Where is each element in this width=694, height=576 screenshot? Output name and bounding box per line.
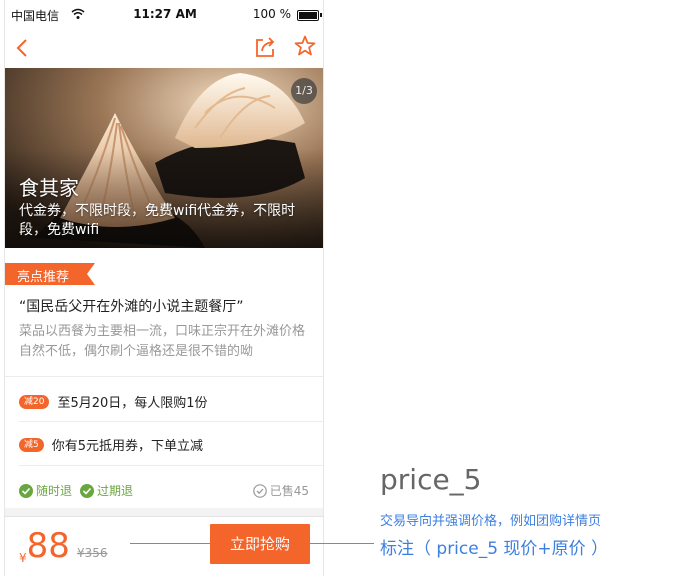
highlight-description: 菜品以西餐为主要相一流，口味正宗开在外滩价格自然不低，偶尔刷个逼格还是很不错的呦 [19, 324, 306, 359]
current-price-value: 88 [26, 526, 70, 566]
promo-row: 减20 至5月20日，每人限购1份 [19, 392, 208, 411]
shop-name: 食其家 [19, 176, 79, 200]
promo-row: 减5 你有5元抵用券，下单立减 [19, 435, 203, 454]
section-gap [5, 508, 323, 516]
highlight-tag-label: 亮点推荐 [17, 270, 70, 285]
battery-icon [297, 10, 319, 21]
sold-count: 已售45 [252, 482, 309, 499]
battery-tip [320, 13, 322, 17]
guarantee-list: 随时退 过期退 [19, 482, 141, 499]
highlight-quote: “国民岳父开在外滩的小说主题餐厅” [19, 299, 244, 315]
original-price: ¥356 [77, 546, 108, 560]
original-currency-symbol: ¥ [77, 546, 85, 560]
check-circle-icon [80, 483, 95, 498]
status-bar: 中国电信 11:27 AM 100 % [5, 0, 323, 28]
divider [19, 465, 323, 466]
image-counter: 1/3 [291, 78, 317, 104]
current-price: ¥88 [19, 527, 70, 565]
highlight-tag: 亮点推荐 [5, 263, 95, 285]
buy-now-button[interactable]: 立即抢购 [210, 524, 310, 564]
promo-badge: 减20 [19, 394, 50, 409]
annotation-note: 标注（ price_5 现价+原价 ） [380, 539, 609, 559]
check-circle-icon [19, 483, 33, 498]
check-outline-icon [252, 483, 267, 498]
hero-image[interactable]: 1/3 食其家 代金券，不限时段，免费wifi代金券，不限时段，免费wifi [5, 68, 323, 248]
favorite-star-icon[interactable] [293, 34, 317, 58]
currency-symbol: ¥ [19, 551, 27, 565]
promo-text: 至5月20日，每人限购1份 [57, 396, 208, 411]
deal-subtitle: 代金券，不限时段，免费wifi代金券，不限时段，免费wifi [19, 203, 296, 238]
divider [19, 421, 323, 422]
share-icon[interactable] [254, 35, 276, 59]
guarantee-label: 过期退 [97, 484, 134, 498]
phone-screen: 中国电信 11:27 AM 100 % 1/3 食其家 代金券，不限时段，免费w… [4, 0, 324, 576]
annotation-title: price_5 [380, 463, 482, 496]
back-icon[interactable] [13, 36, 35, 60]
guarantee-label: 随时退 [36, 484, 73, 498]
annotation-description: 交易导向并强调价格，例如团购详情页 [380, 514, 602, 529]
callout-line [130, 543, 374, 544]
original-price-value: 356 [84, 546, 108, 560]
bottom-purchase-bar: ¥88 ¥356 立即抢购 [5, 516, 323, 576]
promo-text: 你有5元抵用券，下单立减 [51, 439, 204, 454]
divider [5, 376, 323, 377]
promo-badge: 减5 [19, 437, 44, 452]
guarantee-expiry-refund: 过期退 [80, 482, 133, 499]
nav-bar [5, 28, 323, 68]
guarantee-anytime-refund: 随时退 [19, 482, 72, 499]
battery-percent: 100 % [252, 7, 291, 21]
sold-label: 已售45 [269, 484, 309, 498]
